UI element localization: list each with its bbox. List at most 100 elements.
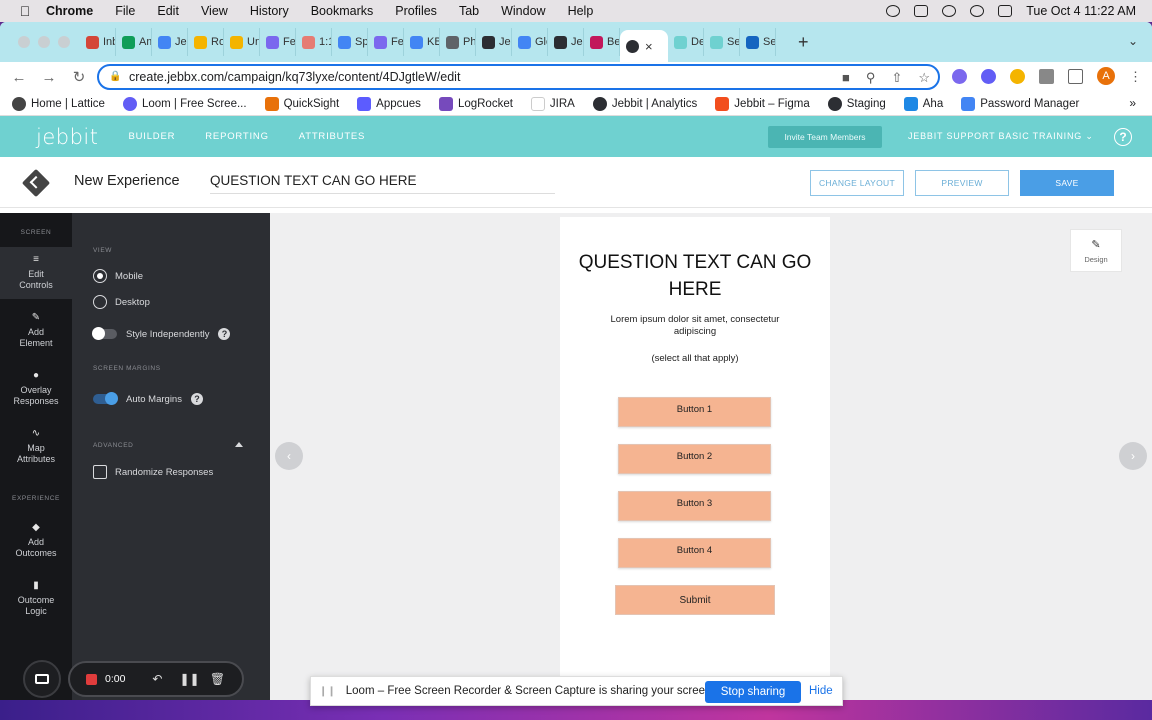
pause-icon[interactable]: ❚❚ bbox=[179, 672, 199, 686]
more-bookmarks-icon[interactable]: » bbox=[1129, 96, 1136, 110]
battery-icon[interactable] bbox=[914, 5, 929, 17]
browser-tab[interactable]: Fe bbox=[368, 28, 404, 56]
camera-blocked-icon[interactable]: ■ bbox=[842, 70, 850, 86]
menu-view[interactable]: View bbox=[201, 4, 228, 18]
save-button[interactable]: SAVE bbox=[1020, 170, 1114, 196]
browser-tab[interactable]: Am bbox=[116, 28, 152, 56]
profile-avatar[interactable]: A bbox=[1097, 67, 1115, 85]
bookmark-star-icon[interactable]: ☆ bbox=[918, 70, 930, 86]
microphone-icon[interactable] bbox=[886, 5, 901, 17]
browser-tab[interactable]: Jel bbox=[476, 28, 512, 56]
question-body[interactable]: Lorem ipsum dolor sit amet, consectetur … bbox=[590, 314, 800, 338]
bookmark-item[interactable]: LogRocket bbox=[438, 96, 513, 111]
menu-file[interactable]: File bbox=[115, 4, 135, 18]
auto-margins-toggle[interactable]: Auto Margins ? bbox=[93, 392, 203, 405]
loom-extension-icon[interactable] bbox=[981, 68, 996, 84]
change-layout-button[interactable]: CHANGE LAYOUT bbox=[810, 170, 904, 196]
browser-tab[interactable]: Fe bbox=[260, 28, 296, 56]
browser-tab[interactable]: De bbox=[668, 28, 704, 56]
nav-attributes[interactable]: ATTRIBUTES bbox=[299, 131, 365, 142]
help-circle-icon[interactable]: ? bbox=[218, 328, 231, 340]
side-panel-icon[interactable] bbox=[1068, 68, 1083, 84]
browser-tab[interactable]: Jeb bbox=[152, 28, 188, 56]
rail-add-outcomes[interactable]: ◆ Add Outcomes bbox=[0, 523, 72, 559]
preview-button[interactable]: PREVIEW bbox=[915, 170, 1009, 196]
share-icon[interactable]: ⇧ bbox=[891, 70, 902, 86]
menu-help[interactable]: Help bbox=[568, 4, 594, 18]
drag-handle-icon[interactable]: ❙❙ bbox=[319, 686, 336, 697]
browser-tab[interactable]: Jel bbox=[548, 28, 584, 56]
screen-title-input[interactable]: QUESTION TEXT CAN GO HERE bbox=[210, 173, 555, 194]
stop-recording-icon[interactable] bbox=[86, 673, 97, 685]
toggle-off[interactable] bbox=[92, 327, 117, 340]
bookmark-item[interactable]: QuickSight bbox=[264, 96, 339, 111]
stop-sharing-button[interactable]: Stop sharing bbox=[705, 681, 801, 703]
menu-edit[interactable]: Edit bbox=[157, 4, 179, 18]
undo-icon[interactable]: ↶ bbox=[149, 672, 165, 686]
nav-builder[interactable]: BUILDER bbox=[128, 131, 175, 142]
bookmark-item[interactable]: JIRA bbox=[530, 96, 575, 111]
extension-icon[interactable] bbox=[1010, 68, 1025, 84]
question-heading[interactable]: QUESTION TEXT CAN GO HERE bbox=[570, 249, 820, 303]
menu-app-name[interactable]: Chrome bbox=[46, 4, 93, 18]
minimize-window-icon[interactable] bbox=[38, 36, 50, 48]
browser-tab[interactable]: Glo bbox=[512, 28, 548, 56]
bookmark-item[interactable]: Jebbit | Analytics bbox=[592, 96, 697, 111]
radio-checked-icon[interactable] bbox=[93, 269, 107, 283]
style-independently-toggle[interactable]: Style Independently ? bbox=[92, 327, 231, 340]
loom-camera-toggle[interactable] bbox=[23, 660, 61, 698]
browser-tab[interactable]: Un bbox=[224, 28, 260, 56]
browser-tab[interactable]: Sp bbox=[332, 28, 368, 56]
toggle-on[interactable] bbox=[93, 392, 118, 405]
reload-icon[interactable]: ↻ bbox=[68, 68, 90, 86]
design-button[interactable]: ✎ Design bbox=[1070, 229, 1122, 272]
invite-team-button[interactable]: Invite Team Members bbox=[768, 126, 882, 148]
answer-button-1[interactable]: Button 1 bbox=[618, 397, 771, 427]
rail-add-element[interactable]: ✎ Add Element bbox=[0, 313, 72, 349]
submit-button[interactable]: Submit bbox=[615, 585, 775, 615]
bookmark-item[interactable]: Aha bbox=[903, 96, 943, 111]
answer-button-2[interactable]: Button 2 bbox=[618, 444, 771, 474]
trash-icon[interactable]: 🗑 bbox=[209, 672, 225, 686]
close-window-icon[interactable] bbox=[18, 36, 30, 48]
menu-tab[interactable]: Tab bbox=[459, 4, 479, 18]
nav-reporting[interactable]: REPORTING bbox=[205, 131, 269, 142]
hide-banner-link[interactable]: Hide bbox=[809, 685, 833, 697]
help-circle-icon[interactable]: ? bbox=[190, 393, 203, 405]
control-center-icon[interactable] bbox=[998, 5, 1013, 17]
maximize-window-icon[interactable] bbox=[58, 36, 70, 48]
browser-tab[interactable]: Inb bbox=[80, 28, 116, 56]
next-screen-arrow-icon[interactable]: › bbox=[1119, 442, 1147, 470]
answer-button-3[interactable]: Button 3 bbox=[618, 491, 771, 521]
question-hint[interactable]: (select all that apply) bbox=[590, 353, 800, 364]
radio-unchecked-icon[interactable] bbox=[93, 295, 107, 309]
new-tab-icon[interactable]: + bbox=[798, 32, 809, 53]
help-icon[interactable]: ? bbox=[1114, 128, 1132, 146]
apple-icon[interactable]:  bbox=[18, 3, 32, 19]
rail-edit-controls[interactable]: ≡ Edit Controls bbox=[0, 247, 72, 299]
url-text[interactable]: create.jebbx.com/campaign/kq73lyxe/conte… bbox=[129, 70, 460, 84]
checkbox-icon[interactable] bbox=[93, 465, 107, 479]
menu-window[interactable]: Window bbox=[501, 4, 545, 18]
org-switcher[interactable]: JEBBIT SUPPORT BASIC TRAINING ⌄ bbox=[908, 131, 1094, 142]
collapse-caret-icon[interactable] bbox=[235, 442, 243, 447]
browser-tab[interactable]: Se bbox=[704, 28, 740, 56]
rail-outcome-logic[interactable]: ▮ Outcome Logic bbox=[0, 581, 72, 617]
menu-bookmarks[interactable]: Bookmarks bbox=[311, 4, 374, 18]
back-icon[interactable]: ← bbox=[8, 69, 30, 86]
menu-clock[interactable]: Tue Oct 4 11:22 AM bbox=[1026, 4, 1136, 18]
radio-desktop[interactable]: Desktop bbox=[93, 295, 150, 309]
answer-button-4[interactable]: Button 4 bbox=[618, 538, 771, 568]
lock-icon[interactable]: 🔒 bbox=[109, 71, 121, 83]
browser-tab[interactable]: Ro bbox=[188, 28, 224, 56]
bookmark-item[interactable]: Jebbit – Figma bbox=[715, 96, 810, 111]
zoom-icon[interactable]: ⚲ bbox=[866, 70, 876, 86]
browser-tab[interactable]: KB bbox=[404, 28, 440, 56]
menu-profiles[interactable]: Profiles bbox=[395, 4, 437, 18]
back-diamond-icon[interactable] bbox=[21, 168, 51, 198]
randomize-responses-checkbox[interactable]: Randomize Responses bbox=[93, 465, 213, 479]
rail-map-attributes[interactable]: ∿ Map Attributes bbox=[0, 429, 72, 465]
kebab-menu-icon[interactable]: ⋮ bbox=[1129, 69, 1142, 84]
wifi-icon[interactable] bbox=[942, 5, 957, 17]
rail-overlay-responses[interactable]: ● Overlay Responses bbox=[0, 371, 72, 407]
